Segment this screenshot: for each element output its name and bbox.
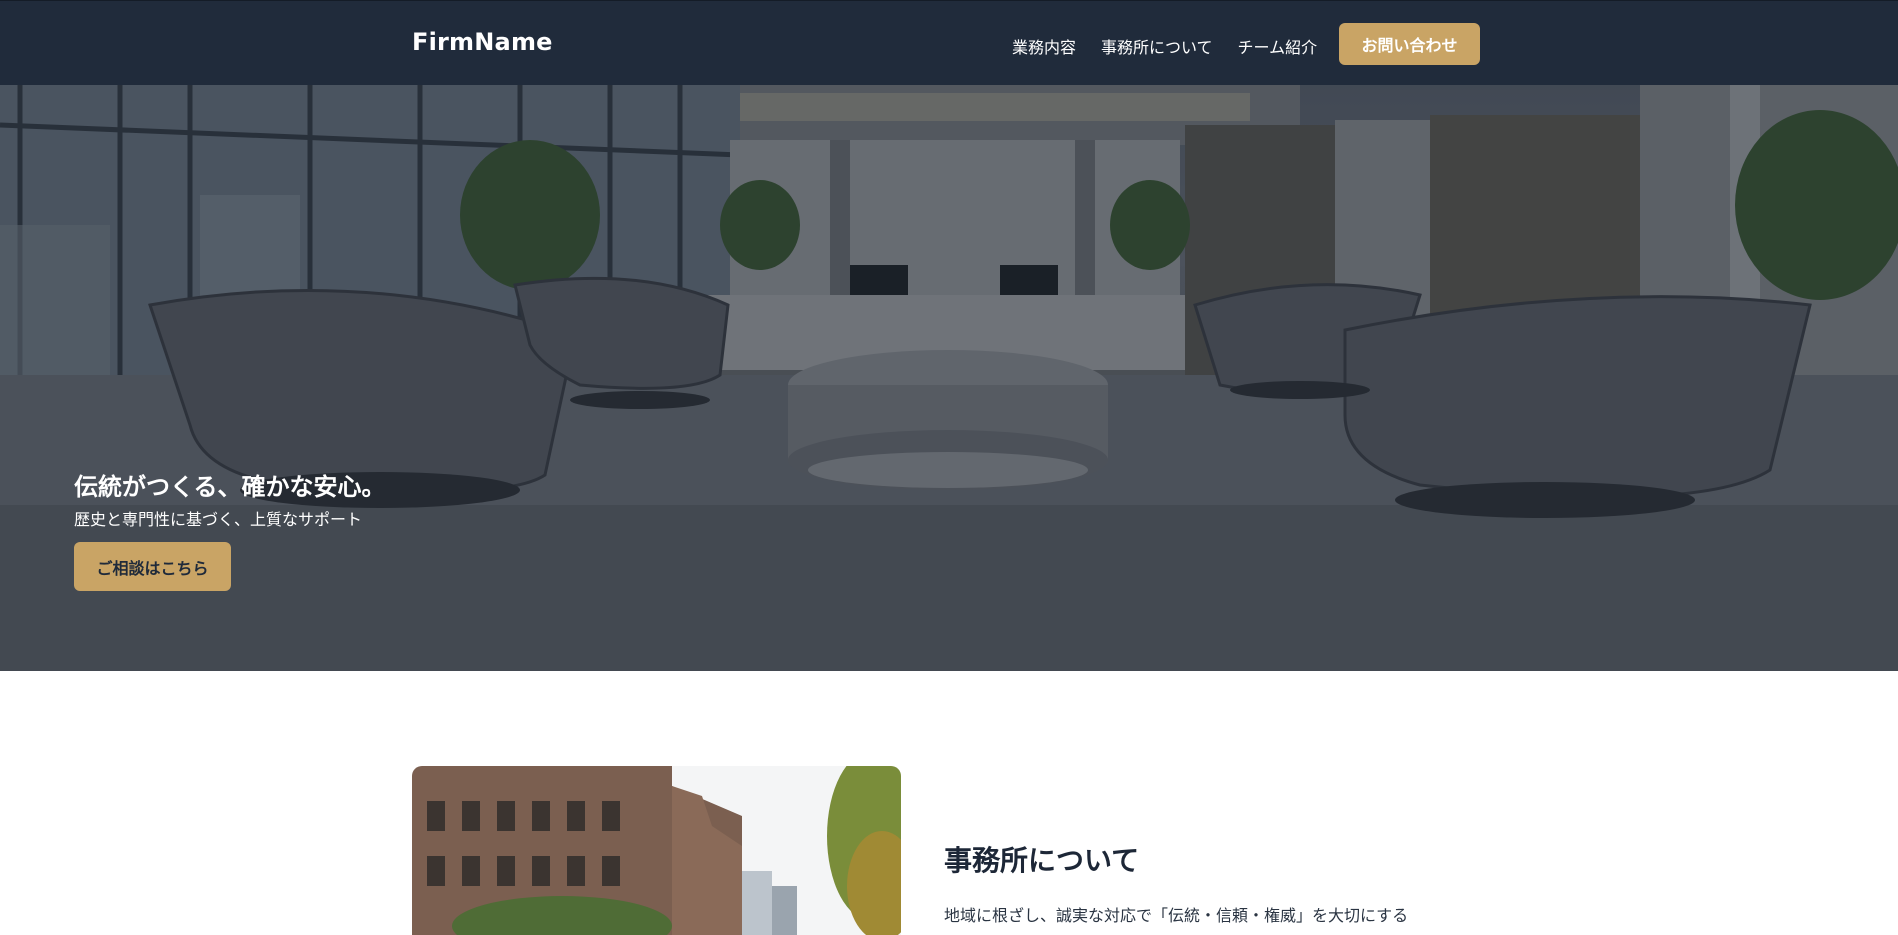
nav-item-services[interactable]: 業務内容 (1012, 34, 1076, 58)
about-description: 地域に根ざし、誠実な対応で「伝統・信頼・権威」を大切にする (944, 906, 1409, 925)
contact-button[interactable]: お問い合わせ (1339, 23, 1480, 65)
main-nav: 業務内容 事務所について チーム紹介 (1012, 34, 1317, 58)
hero-subtitle: 歴史と専門性に基づく、上質なサポート (74, 510, 363, 529)
site-logo[interactable]: FirmName (412, 28, 553, 56)
hero-overlay (0, 85, 1898, 671)
hero-title: 伝統がつくる、確かな安心。 (74, 473, 386, 501)
hero-section: 伝統がつくる、確かな安心。 歴史と専門性に基づく、上質なサポート ご相談はこちら (0, 85, 1898, 671)
about-title: 事務所について (944, 844, 1140, 877)
nav-item-team[interactable]: チーム紹介 (1238, 34, 1318, 58)
nav-item-about[interactable]: 事務所について (1101, 34, 1213, 58)
site-header: FirmName 業務内容 事務所について チーム紹介 お問い合わせ (0, 0, 1898, 85)
about-image (412, 766, 901, 935)
consultation-button[interactable]: ご相談はこちら (74, 542, 231, 591)
